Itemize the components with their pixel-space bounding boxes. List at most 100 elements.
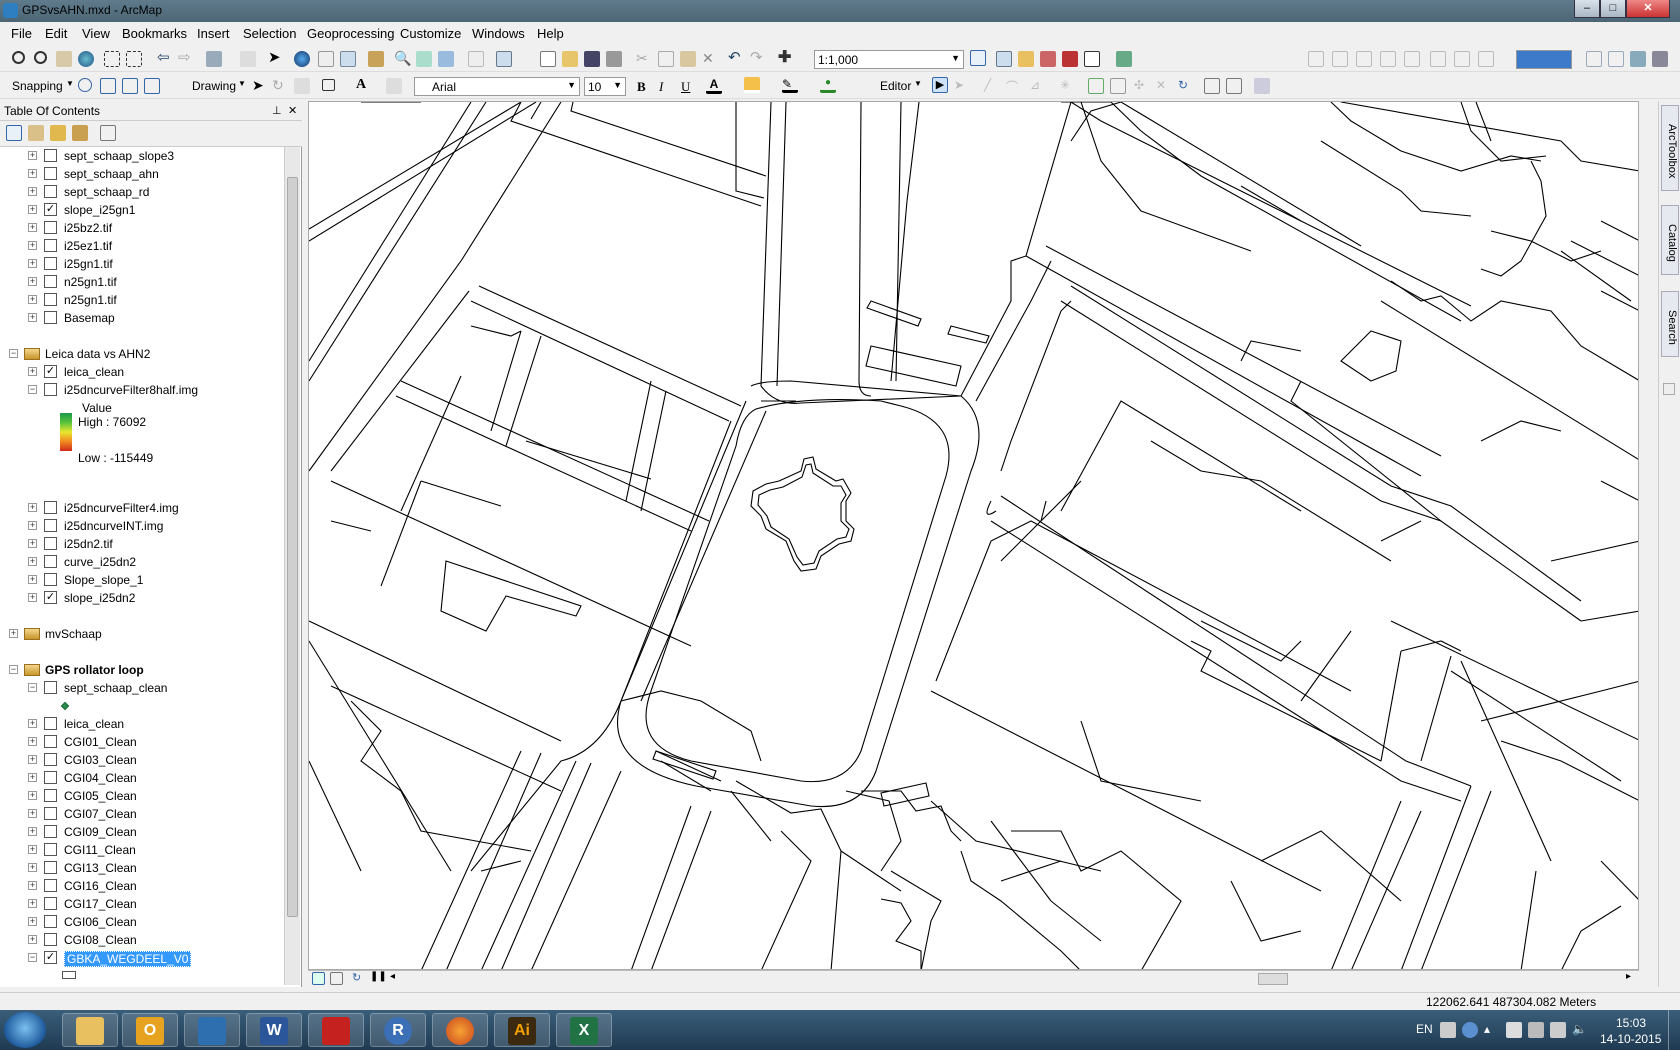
reshape-feature-icon[interactable] xyxy=(1110,78,1126,94)
layer-visibility-checkbox[interactable] xyxy=(44,861,57,874)
font-name-combo[interactable]: Arial ▼ xyxy=(414,77,580,96)
trace-icon[interactable]: ⊿ xyxy=(1030,78,1046,94)
toc-group-row[interactable]: − Leica data vs AHN2 xyxy=(0,345,284,363)
toc-layer-row[interactable]: + CGI06_Clean xyxy=(0,913,284,931)
toc-layer-row[interactable]: + CGI11_Clean xyxy=(0,841,284,859)
tray-arrow-icon[interactable]: ▴ xyxy=(1484,1022,1500,1038)
bold-button[interactable]: B xyxy=(637,79,646,95)
open-icon[interactable] xyxy=(562,51,578,67)
python-window-icon[interactable] xyxy=(1084,51,1100,67)
expand-icon[interactable]: + xyxy=(28,187,37,196)
toc-layer-row[interactable]: + CGI01_Clean xyxy=(0,733,284,751)
layer-visibility-checkbox[interactable] xyxy=(44,167,57,180)
find-icon[interactable]: 🔍 xyxy=(394,51,411,67)
zoom-to-elements-icon[interactable] xyxy=(294,78,310,94)
toc-layer-row[interactable]: − ✓ GBKA_WEGDEEL_V0 xyxy=(0,949,284,967)
menu-windows[interactable]: Windows xyxy=(472,26,525,41)
data-view-icon[interactable] xyxy=(312,972,325,985)
select-elements-icon[interactable]: ➤ xyxy=(268,50,284,67)
toc-layer-row[interactable]: + sept_schaap_rd xyxy=(0,183,284,201)
zoom-in-icon[interactable] xyxy=(12,51,25,64)
expand-icon[interactable]: + xyxy=(28,863,37,872)
layer-visibility-checkbox[interactable] xyxy=(44,753,57,766)
expand-icon[interactable]: + xyxy=(28,899,37,908)
toc-layer-row[interactable]: + leica_clean xyxy=(0,715,284,733)
toc-layer-row[interactable]: + n25gn1.tif xyxy=(0,273,284,291)
layer-visibility-checkbox[interactable] xyxy=(44,275,57,288)
menu-insert[interactable]: Insert xyxy=(197,26,230,41)
expand-icon[interactable]: + xyxy=(28,935,37,944)
map-scale-combo[interactable]: 1:1,000 ▼ xyxy=(814,50,964,69)
find-route-icon[interactable] xyxy=(416,51,432,67)
toc-layer-row[interactable]: + i25gn1.tif xyxy=(0,255,284,273)
editor-menu[interactable]: Editor xyxy=(880,79,911,93)
layer-visibility-checkbox[interactable] xyxy=(44,311,57,324)
copy-icon[interactable] xyxy=(658,51,674,67)
expand-icon[interactable]: + xyxy=(28,737,37,746)
marker-color-icon[interactable]: ● xyxy=(820,77,836,93)
power-icon[interactable] xyxy=(1528,1022,1544,1038)
viewer-window-icon[interactable] xyxy=(496,51,512,67)
create-features-icon[interactable] xyxy=(1254,78,1270,94)
expand-icon[interactable]: + xyxy=(28,881,37,890)
back-extent-icon[interactable]: ⇦ xyxy=(157,50,173,67)
expand-icon[interactable]: + xyxy=(28,791,37,800)
toc-layer-row[interactable]: + sept_schaap_slope3 xyxy=(0,147,284,165)
straight-segment-icon[interactable]: ╱ xyxy=(984,78,1000,94)
layer-visibility-checkbox[interactable] xyxy=(44,537,57,550)
rotate-tool-icon[interactable]: ↻ xyxy=(1178,78,1194,94)
print-icon[interactable] xyxy=(606,51,622,67)
select-elements-icon[interactable]: ➤ xyxy=(252,78,268,94)
editor-toolbar-icon[interactable] xyxy=(970,50,986,66)
map-canvas[interactable] xyxy=(309,102,1639,970)
full-extent-icon[interactable] xyxy=(78,51,94,67)
toc-group-row[interactable]: − GPS rollator loop xyxy=(0,661,284,679)
toc-scrollbar[interactable] xyxy=(284,147,300,985)
layer-visibility-checkbox[interactable] xyxy=(44,825,57,838)
expand-icon[interactable]: + xyxy=(28,557,37,566)
layout-pan-icon[interactable] xyxy=(1356,51,1372,67)
toc-layer-row[interactable]: + ✓ slope_i25dn2 xyxy=(0,589,284,607)
menu-selection[interactable]: Selection xyxy=(243,26,296,41)
font-size-combo[interactable]: 10 ▼ xyxy=(584,77,626,96)
layer-visibility-checkbox[interactable] xyxy=(44,293,57,306)
expand-icon[interactable]: + xyxy=(28,539,37,548)
edit-annotation-icon[interactable]: ➤ xyxy=(954,78,970,94)
toc-layer-row[interactable]: + i25bz2.tif xyxy=(0,219,284,237)
paste-icon[interactable] xyxy=(680,51,696,67)
expand-icon[interactable]: + xyxy=(28,593,37,602)
toc-layer-row[interactable]: + CGI17_Clean xyxy=(0,895,284,913)
fixed-zoom-out-icon[interactable] xyxy=(126,51,142,67)
rotate-icon[interactable]: ↻ xyxy=(272,78,288,94)
model-builder-icon[interactable] xyxy=(1116,51,1132,67)
drawing-menu[interactable]: Drawing xyxy=(192,79,236,93)
split-tool-icon[interactable]: ✕ xyxy=(1156,78,1172,94)
line-color-icon[interactable]: ✎ xyxy=(782,77,798,93)
fixed-layout-zoom-in-icon[interactable] xyxy=(1430,51,1446,67)
network-tray-icon[interactable] xyxy=(1440,1022,1456,1038)
toc-layer-row[interactable]: + i25dncurveINT.img xyxy=(0,517,284,535)
toc-layer-row[interactable]: + sept_schaap_ahn xyxy=(0,165,284,183)
horizontal-scroll-thumb[interactable] xyxy=(1258,973,1288,985)
table-of-contents-icon[interactable] xyxy=(996,51,1012,67)
toc-layer-row[interactable]: + CGI16_Clean xyxy=(0,877,284,895)
expand-icon[interactable]: + xyxy=(28,367,37,376)
add-data-icon[interactable]: ✚ xyxy=(778,50,794,67)
collapse-icon[interactable]: − xyxy=(28,953,37,962)
taskbar-firefox[interactable] xyxy=(432,1013,488,1047)
wifi-icon[interactable] xyxy=(1550,1022,1566,1038)
layer-visibility-checkbox[interactable] xyxy=(44,879,57,892)
start-button[interactable] xyxy=(4,1012,46,1048)
layout-view-icon[interactable] xyxy=(330,972,343,985)
expand-icon[interactable]: + xyxy=(28,169,37,178)
forward-extent-icon[interactable]: ⇨ xyxy=(178,50,194,67)
list-by-source-icon[interactable] xyxy=(28,125,44,141)
taskbar-excel[interactable]: X xyxy=(556,1013,612,1047)
sketch-properties-icon[interactable] xyxy=(1226,78,1242,94)
pause-drawing-icon[interactable]: ❚❚ xyxy=(370,971,387,987)
collapse-icon[interactable]: − xyxy=(28,385,37,394)
toc-layer-row[interactable]: + ✓ slope_i25gn1 xyxy=(0,201,284,219)
pan-icon[interactable] xyxy=(56,51,72,67)
taskbar-outlook[interactable]: O xyxy=(122,1013,178,1047)
expand-icon[interactable]: + xyxy=(28,719,37,728)
